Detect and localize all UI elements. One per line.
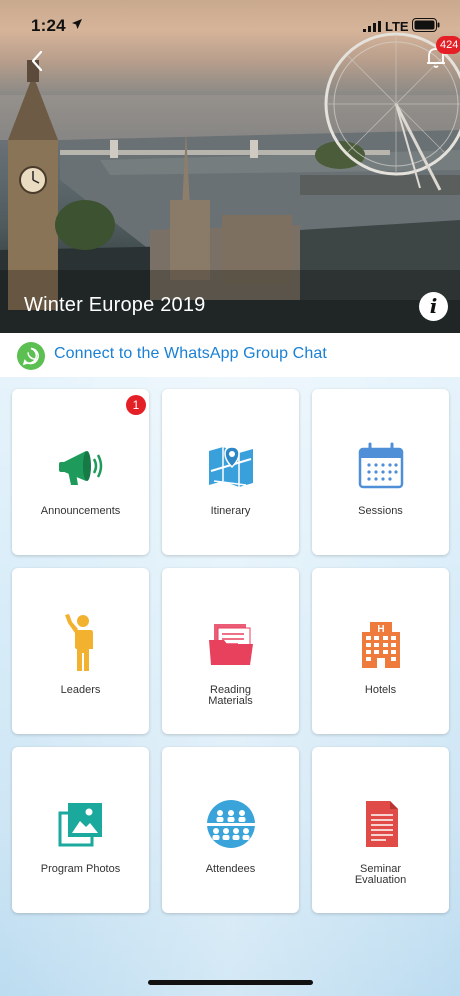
document-icon	[365, 801, 398, 847]
tile-label: Hotels	[364, 684, 397, 696]
tile-reading-materials[interactable]: Reading Materials	[162, 568, 299, 734]
tile-label: Reading Materials	[208, 684, 253, 707]
notification-badge: 424	[436, 36, 460, 54]
tile-label: Itinerary	[210, 505, 251, 517]
announcements-badge: 1	[126, 395, 146, 415]
event-title: Winter Europe 2019	[24, 294, 206, 316]
calendar-icon	[358, 442, 403, 489]
whatsapp-link[interactable]: Connect to the WhatsApp Group Chat	[0, 333, 460, 377]
tile-attendees[interactable]: Attendees	[162, 747, 299, 913]
tile-label: Program Photos	[40, 863, 121, 875]
hotel-icon: H	[361, 622, 400, 668]
whatsapp-icon	[17, 342, 45, 370]
tile-announcements[interactable]: 1 Announcements	[12, 389, 149, 555]
attendees-icon	[206, 800, 255, 848]
person-icon	[64, 614, 93, 671]
tile-label: Seminar Evaluation	[354, 863, 407, 886]
megaphone-icon	[58, 451, 102, 485]
tile-label: Announcements	[40, 505, 121, 517]
tile-leaders[interactable]: Leaders	[12, 568, 149, 734]
london-skyline-image	[0, 32, 460, 333]
status-bar: 1:24 LTE	[0, 0, 460, 48]
battery-icon	[412, 18, 440, 32]
tile-hotels[interactable]: H Hotels	[312, 568, 449, 734]
tile-label: Leaders	[60, 684, 101, 696]
tile-itinerary[interactable]: Itinerary	[162, 389, 299, 555]
whatsapp-label: Connect to the WhatsApp Group Chat	[54, 345, 327, 362]
status-time: 1:24	[31, 16, 66, 35]
tile-label: Sessions	[358, 505, 403, 517]
info-icon[interactable]: i	[419, 292, 448, 321]
home-indicator[interactable]	[148, 980, 313, 985]
tile-sessions[interactable]: Sessions	[312, 389, 449, 555]
tile-seminar-evaluation[interactable]: Seminar Evaluation	[312, 747, 449, 913]
map-icon	[208, 446, 253, 487]
tile-label: Attendees	[205, 863, 256, 875]
tile-program-photos[interactable]: Program Photos	[12, 747, 149, 913]
header-banner: 1:24 LTE 424 Winter Europe 2019 i	[0, 0, 460, 333]
network-label: LTE	[385, 19, 409, 34]
folder-icon	[208, 624, 253, 665]
back-chevron-icon[interactable]	[26, 48, 50, 74]
signal-icon	[363, 21, 381, 32]
photos-icon	[58, 803, 102, 847]
location-arrow-icon	[72, 19, 82, 29]
